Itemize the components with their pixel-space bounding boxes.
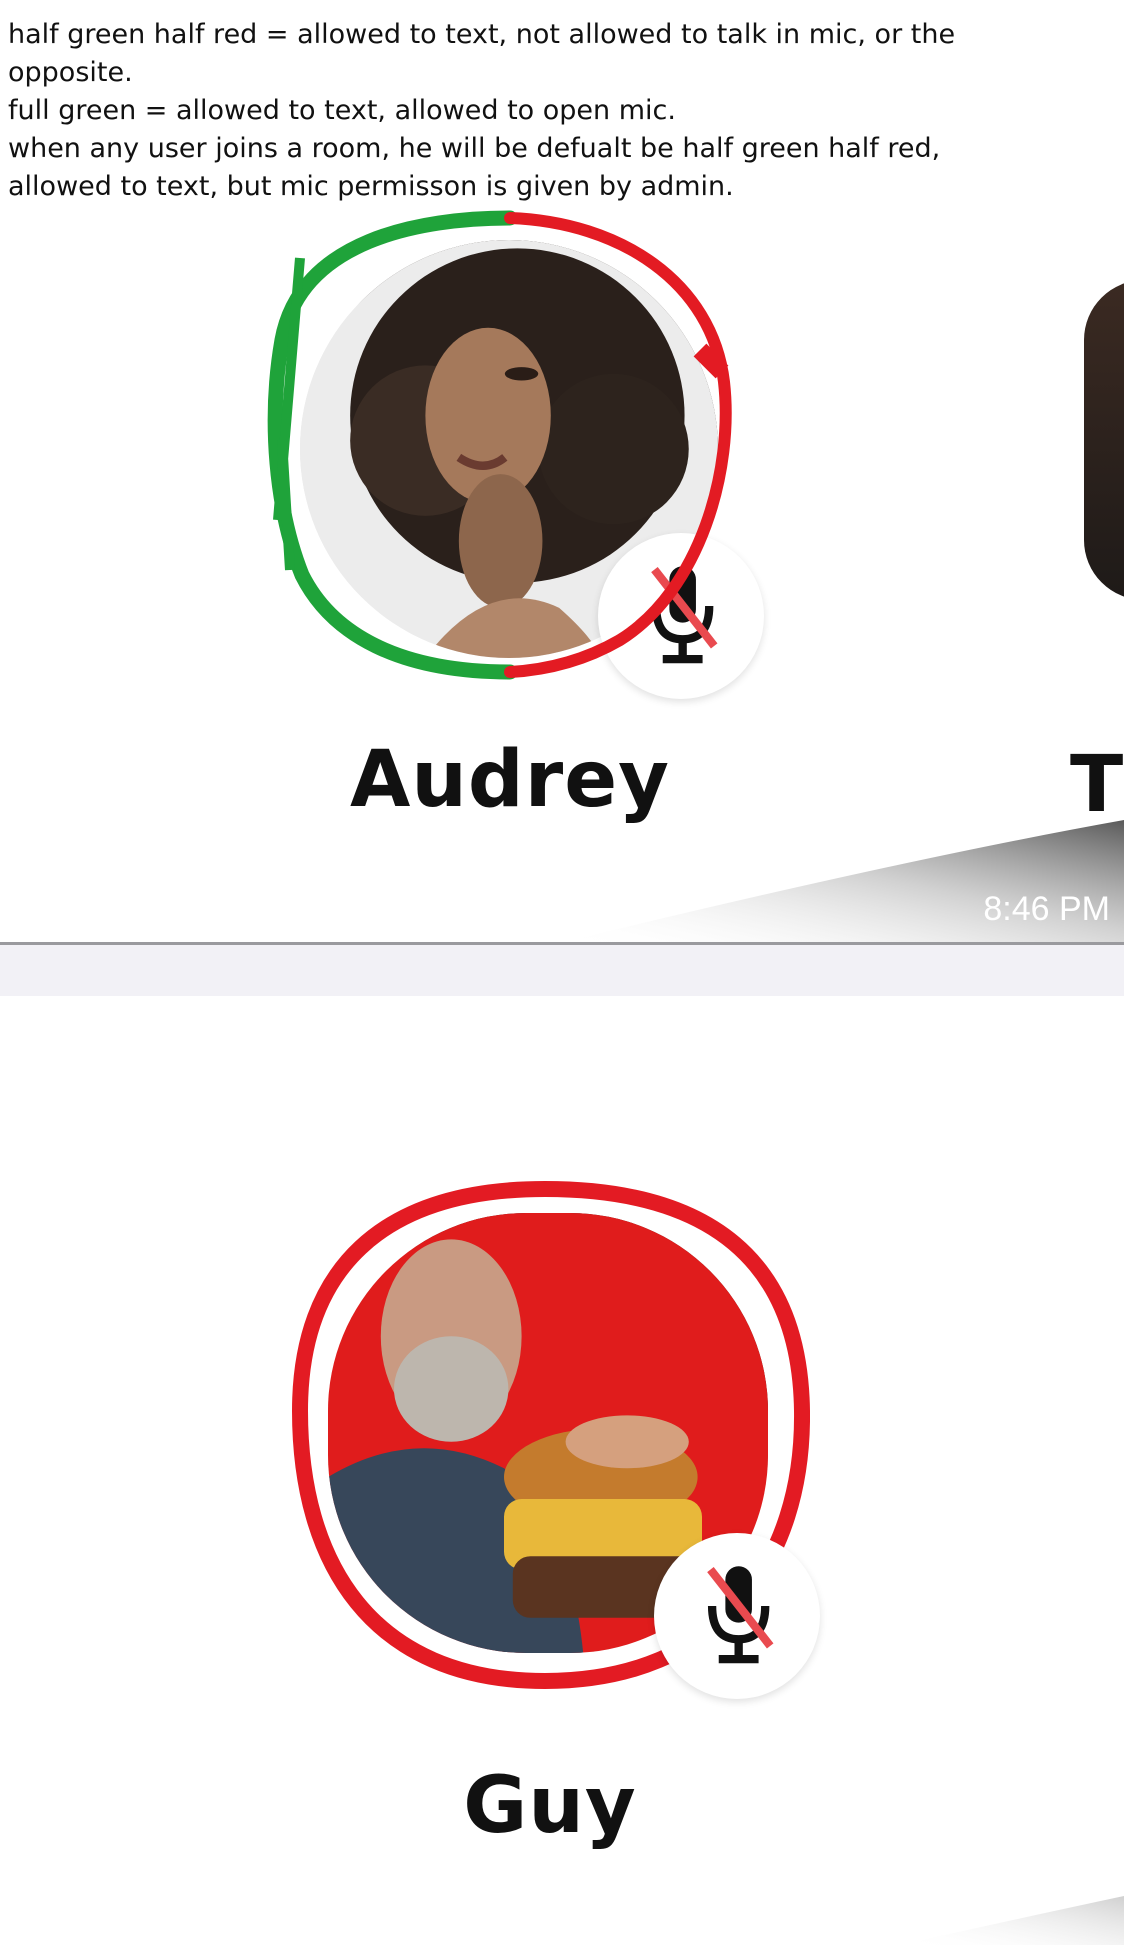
message-timestamp: 8:46 PM bbox=[983, 890, 1110, 928]
timestamp-gradient bbox=[560, 820, 1124, 943]
bottom-corner-gradient bbox=[900, 1896, 1124, 1945]
participant-panel-top: half green half red = allowed to text, n… bbox=[0, 0, 1124, 943]
participant-panel-bottom: Guy bbox=[0, 996, 1124, 1945]
section-gap bbox=[0, 945, 1124, 996]
